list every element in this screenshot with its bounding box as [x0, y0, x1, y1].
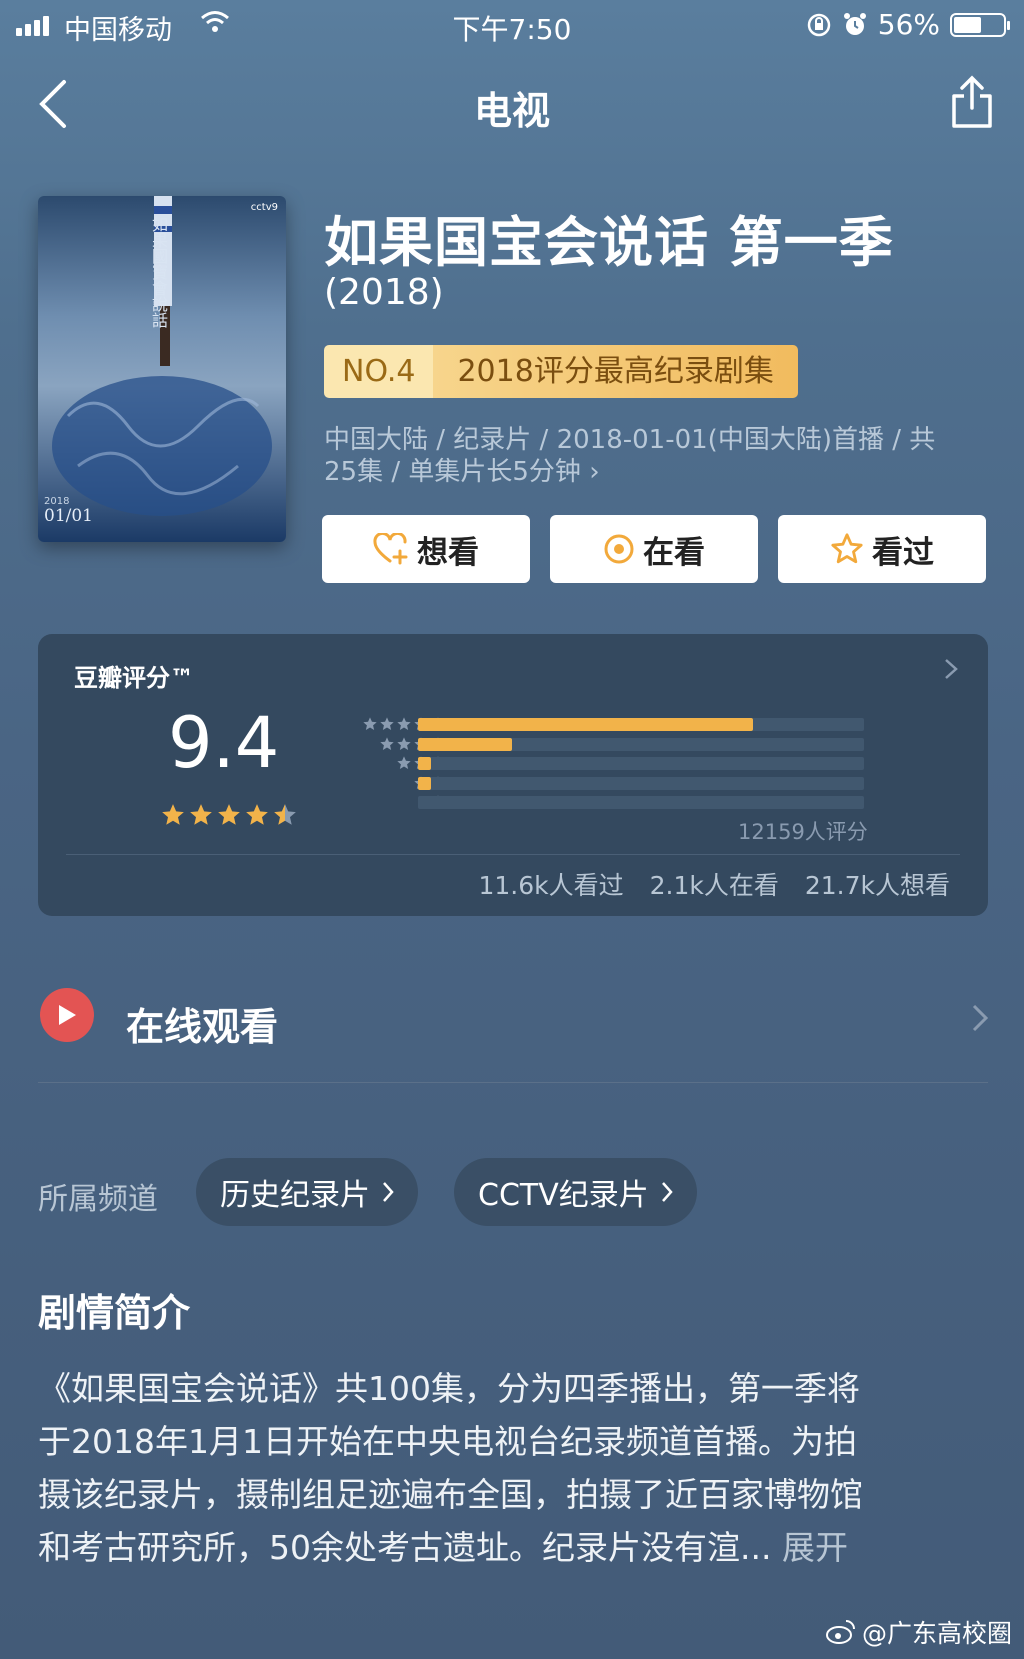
synopsis-line: 《如果国宝会说话》共100集，分为四季播出，第一季将: [38, 1369, 860, 1408]
distribution-bar-fill: [418, 757, 432, 770]
page-title: 电视: [473, 89, 550, 133]
rating-star-icon: [274, 804, 296, 825]
rating-score: 9.4: [168, 702, 280, 784]
poster-date: 01/01: [44, 506, 93, 526]
small-star-icon: [363, 717, 377, 730]
watching-count: 2.1k人在看: [649, 871, 779, 900]
chevron-right-icon: [661, 1182, 673, 1202]
poster-side-text: 如果國寶會說話: [149, 216, 168, 328]
show-year: (2018): [324, 272, 444, 313]
battery-icon: [950, 12, 1010, 37]
small-star-icon: [397, 736, 411, 750]
share-icon[interactable]: [950, 74, 994, 130]
show-title: 如果国宝会说话 第一季: [324, 211, 894, 274]
poster-image[interactable]: 如果國寶會說話 2018 01/01 cctv9: [38, 196, 286, 542]
distribution-bar: [418, 757, 864, 770]
channel-chip-label: CCTV纪录片: [478, 1178, 649, 1213]
distribution-bar-fill: [418, 776, 432, 790]
meta-line-2: 25集 / 单集片长5分钟: [324, 457, 581, 487]
synopsis-title: 剧情简介: [38, 1291, 191, 1335]
watching-button[interactable]: 在看: [550, 515, 758, 583]
rating-label: 豆瓣评分™: [74, 664, 194, 692]
small-star-icon: [380, 717, 394, 730]
rank-number: NO.4: [324, 345, 434, 398]
synopsis-line: 摄该纪录片，摄制组足迹遍布全国，拍摄了近百家博物馆: [38, 1475, 863, 1514]
status-bar: 中国移动 下午7:50 56%: [0, 0, 1024, 50]
rating-star-icon: [162, 804, 184, 825]
distribution-bar-fill: [418, 737, 512, 751]
channel-chip-history[interactable]: 历史纪录片: [196, 1158, 418, 1226]
battery-percent: 56%: [877, 8, 940, 41]
nav-bar: 电视: [0, 70, 1024, 140]
small-star-icon: [397, 717, 411, 730]
divider: [38, 1082, 988, 1083]
watching-label: 在看: [643, 534, 705, 571]
rating-card[interactable]: 豆瓣评分™ 9.4 12159人评分 11.6k人看过 2.1k人在看 21.7…: [38, 634, 988, 916]
small-star-icon: [380, 736, 394, 750]
rank-badge[interactable]: NO.4 2018评分最高纪录剧集: [324, 345, 798, 398]
chevron-right-icon: [945, 659, 958, 679]
weibo-icon: [825, 1620, 855, 1644]
small-star-icon: [397, 756, 411, 769]
divider: [66, 854, 960, 855]
target-icon: [604, 534, 634, 564]
watermark: @广东高校圈: [825, 1614, 1012, 1650]
rating-stars: [160, 802, 298, 828]
watch-online-row[interactable]: 在线观看: [38, 980, 988, 1083]
distribution-bar-fill: [418, 718, 753, 731]
rating-count: 12159人评分: [738, 820, 868, 844]
distribution-bar: [418, 737, 864, 751]
expand-link[interactable]: 展开: [782, 1528, 848, 1567]
watermark-text: @广东高校圈: [861, 1619, 1012, 1648]
rating-star-icon: [218, 804, 240, 825]
rating-star-icon: [246, 804, 268, 825]
want-label: 想看: [417, 534, 479, 571]
chevron-right-icon: [972, 1004, 988, 1032]
distribution-bars: [418, 718, 864, 816]
distribution-bar: [418, 776, 864, 790]
watched-button[interactable]: 看过: [778, 515, 986, 583]
channel-chip-cctv[interactable]: CCTV纪录片: [454, 1158, 697, 1226]
star-outline-icon: [831, 533, 863, 564]
chevron-right-icon: [383, 1182, 394, 1202]
watched-label: 看过: [872, 534, 934, 571]
show-meta[interactable]: 中国大陆 / 纪录片 / 2018-01-01(中国大陆)首播 / 共 25集 …: [324, 424, 964, 488]
meta-line-1: 中国大陆 / 纪录片 / 2018-01-01(中国大陆)首播 / 共: [324, 425, 936, 455]
rotation-lock-icon: [807, 13, 831, 36]
synopsis-body: 《如果国宝会说话》共100集，分为四季播出，第一季将 于2018年1月1日开始在…: [38, 1362, 998, 1574]
want-count: 21.7k人想看: [804, 871, 950, 900]
watched-count: 11.6k人看过: [478, 871, 624, 900]
rank-text: 2018评分最高纪录剧集: [433, 345, 798, 398]
meta-chevron-icon: ›: [589, 457, 600, 487]
synopsis-line: 和考古研究所，50余处考古遗址。纪录片没有渲...: [38, 1528, 772, 1567]
channel-chip-label: 历史纪录片: [220, 1178, 370, 1213]
distribution-bar: [418, 796, 864, 809]
rating-stats: 11.6k人看过 2.1k人在看 21.7k人想看: [478, 866, 950, 902]
distribution-bar: [418, 718, 864, 731]
heart-plus-icon: [373, 533, 408, 565]
alarm-icon: [843, 12, 866, 35]
poster-logo: cctv9: [250, 202, 278, 213]
play-icon: [40, 988, 94, 1042]
watch-online-label: 在线观看: [126, 1005, 279, 1049]
synopsis-line: 于2018年1月1日开始在中央电视台纪录频道首播。为拍: [38, 1422, 857, 1461]
want-button[interactable]: 想看: [322, 515, 530, 583]
channel-label: 所属频道: [38, 1182, 158, 1217]
rating-star-icon: [190, 804, 212, 825]
